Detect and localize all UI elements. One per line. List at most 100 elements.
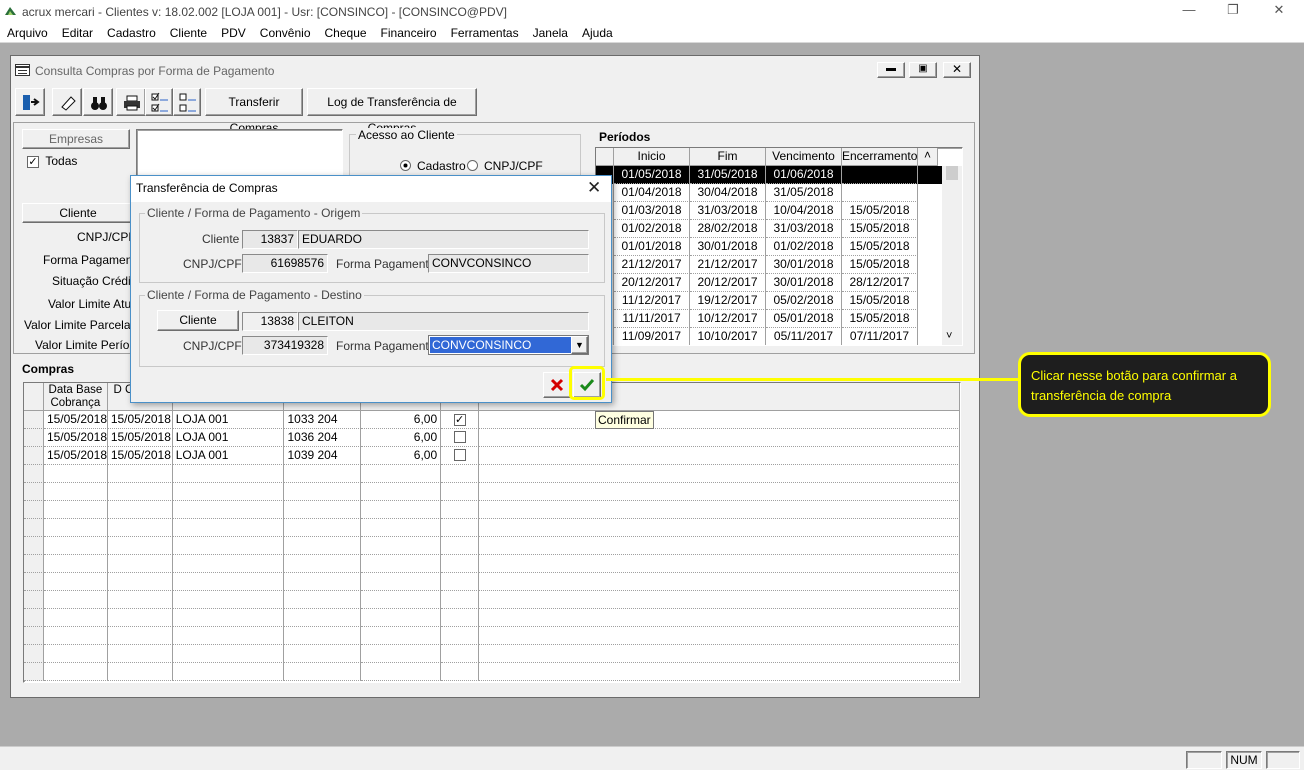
compras-row[interactable]: [24, 483, 960, 501]
menu-item-0[interactable]: Arquivo: [0, 24, 55, 40]
compras-row[interactable]: [24, 465, 960, 483]
menu-item-2[interactable]: Cadastro: [100, 24, 163, 40]
compras-check-cell[interactable]: [441, 555, 480, 573]
compras-select-checkbox[interactable]: ✓: [453, 414, 466, 426]
menu-item-7[interactable]: Financeiro: [374, 24, 444, 40]
periodos-scrollbar[interactable]: ˅: [942, 166, 962, 345]
periodos-cell: 01/05/2018: [614, 166, 690, 184]
periodos-row[interactable]: 01/04/2018 30/04/2018 31/05/2018: [596, 184, 962, 202]
menu-item-6[interactable]: Cheque: [318, 24, 374, 40]
dialog-close-icon[interactable]: ✕: [587, 178, 601, 198]
compras-row[interactable]: [24, 555, 960, 573]
periodos-row[interactable]: 20/12/2017 20/12/2017 30/01/2018 28/12/2017: [596, 274, 962, 292]
periodos-grid[interactable]: Inicio Fim Vencimento Encerramento ˄ 01/05/20…: [595, 147, 963, 346]
compras-check-cell[interactable]: ✓: [441, 411, 480, 429]
compras-select-checkbox[interactable]: [453, 431, 466, 443]
compras-cell: [107, 537, 173, 555]
restore-icon[interactable]: ❐: [1222, 2, 1244, 22]
scroll-down-icon[interactable]: ˅: [946, 330, 952, 342]
destino-cliente-button[interactable]: Cliente: [157, 310, 239, 331]
compras-grid[interactable]: Data Base CobrançaD CompraFiscal15/05/20…: [23, 382, 961, 683]
minimize-icon[interactable]: —: [1178, 2, 1200, 22]
window-minimize-button[interactable]: ▬: [877, 62, 905, 78]
compras-row[interactable]: 15/05/2018 15/05/2018 LOJA 001 1036 204 6,00: [24, 429, 960, 447]
periodos-row[interactable]: 11/09/2017 10/10/2017 05/11/2017 07/11/2017: [596, 328, 962, 345]
compras-row[interactable]: [24, 537, 960, 555]
compras-check-cell[interactable]: [441, 663, 480, 681]
scroll-up-icon[interactable]: ˄: [918, 148, 938, 166]
periodos-row[interactable]: 11/12/2017 19/12/2017 05/02/2018 15/05/2018: [596, 292, 962, 310]
compras-check-cell[interactable]: [441, 501, 480, 519]
empresas-button[interactable]: Empresas: [22, 129, 130, 149]
binoculars-icon[interactable]: [83, 88, 113, 116]
log-transferencia-button[interactable]: Log de Transferência de Compras: [307, 88, 477, 135]
destino-forma-select[interactable]: CONVCONSINCO ▼: [428, 335, 589, 355]
compras-check-cell[interactable]: [441, 429, 480, 447]
dialog-title-bar: Transferência de Compras ✕: [131, 176, 611, 202]
cliente-button[interactable]: Cliente: [22, 203, 134, 223]
print-icon[interactable]: [116, 88, 146, 116]
menu-item-8[interactable]: Ferramentas: [444, 24, 526, 40]
empresas-list[interactable]: [136, 129, 343, 179]
periodos-row[interactable]: 01/01/2018 30/01/2018 01/02/2018 15/05/2018: [596, 238, 962, 256]
todas-checkbox[interactable]: ✓: [27, 156, 39, 168]
compras-row[interactable]: [24, 519, 960, 537]
compras-check-cell[interactable]: [441, 447, 480, 465]
menu-item-5[interactable]: Convênio: [253, 24, 318, 40]
compras-row[interactable]: [24, 591, 960, 609]
status-panel-empty-2: [1266, 751, 1300, 769]
compras-row[interactable]: [24, 609, 960, 627]
window-maximize-button[interactable]: ▣: [909, 62, 937, 78]
menu-item-3[interactable]: Cliente: [163, 24, 214, 40]
periodos-row[interactable]: 01/03/2018 31/03/2018 10/04/2018 15/05/2018: [596, 202, 962, 220]
periodos-row[interactable]: 01/05/2018 31/05/2018 01/06/2018: [596, 166, 962, 184]
compras-cell: 6,00: [361, 411, 442, 429]
compras-row[interactable]: [24, 627, 960, 645]
exit-icon[interactable]: [15, 88, 45, 116]
periodos-row[interactable]: 11/11/2017 10/12/2017 05/01/2018 15/05/2018: [596, 310, 962, 328]
compras-row[interactable]: 15/05/2018 15/05/2018 LOJA 001 1039 204 6,00: [24, 447, 960, 465]
menu-item-4[interactable]: PDV: [214, 24, 253, 40]
compras-row[interactable]: [24, 645, 960, 663]
periodos-row[interactable]: 01/02/2018 28/02/2018 31/03/2018 15/05/2018: [596, 220, 962, 238]
compras-cell: [172, 465, 285, 483]
menu-item-1[interactable]: Editar: [55, 24, 100, 40]
compras-row[interactable]: 15/05/2018 15/05/2018 LOJA 001 1033 204 6,00…: [24, 411, 960, 429]
chevron-down-icon[interactable]: ▼: [571, 336, 588, 354]
compras-cell: 1033 204: [284, 411, 362, 429]
radio-cnpj[interactable]: [467, 160, 478, 174]
compras-row[interactable]: [24, 501, 960, 519]
compras-check-cell[interactable]: [441, 537, 480, 555]
destino-forma-label: Forma Pagamento: [336, 339, 436, 353]
compras-check-cell[interactable]: [441, 519, 480, 537]
transferir-compras-button[interactable]: Transferir Compras: [205, 88, 303, 135]
periodos-header-row: Inicio Fim Vencimento Encerramento ˄: [596, 148, 962, 166]
close-app-icon[interactable]: ✕: [1268, 2, 1290, 22]
row-indicator: [24, 609, 44, 627]
compras-select-checkbox[interactable]: [453, 449, 466, 461]
check-all-icon[interactable]: [145, 88, 173, 116]
todas-checkbox-wrap[interactable]: ✓ Todas: [27, 154, 77, 168]
compras-row[interactable]: [24, 663, 960, 681]
window-close-button[interactable]: ✕: [943, 62, 971, 78]
origem-cliente-code: 13837: [242, 230, 298, 249]
compras-check-cell[interactable]: [441, 591, 480, 609]
periodos-col-header: Inicio: [614, 148, 690, 166]
status-num: NUM: [1226, 751, 1262, 769]
uncheck-all-icon[interactable]: [173, 88, 201, 116]
compras-check-cell[interactable]: [441, 465, 480, 483]
compras-check-cell[interactable]: [441, 609, 480, 627]
compras-check-cell[interactable]: [441, 483, 480, 501]
compras-check-cell[interactable]: [441, 573, 480, 591]
compras-check-cell[interactable]: [441, 627, 480, 645]
row-indicator: [24, 447, 44, 465]
compras-row[interactable]: [24, 573, 960, 591]
menu-item-9[interactable]: Janela: [526, 24, 575, 40]
destino-cliente-code[interactable]: 13838: [242, 312, 298, 331]
cancel-button[interactable]: [543, 372, 571, 398]
menu-item-10[interactable]: Ajuda: [575, 24, 620, 40]
compras-check-cell[interactable]: [441, 645, 480, 663]
eraser-icon[interactable]: [52, 88, 82, 116]
periodos-row[interactable]: 21/12/2017 21/12/2017 30/01/2018 15/05/2018: [596, 256, 962, 274]
radio-cadastro[interactable]: [400, 160, 411, 174]
